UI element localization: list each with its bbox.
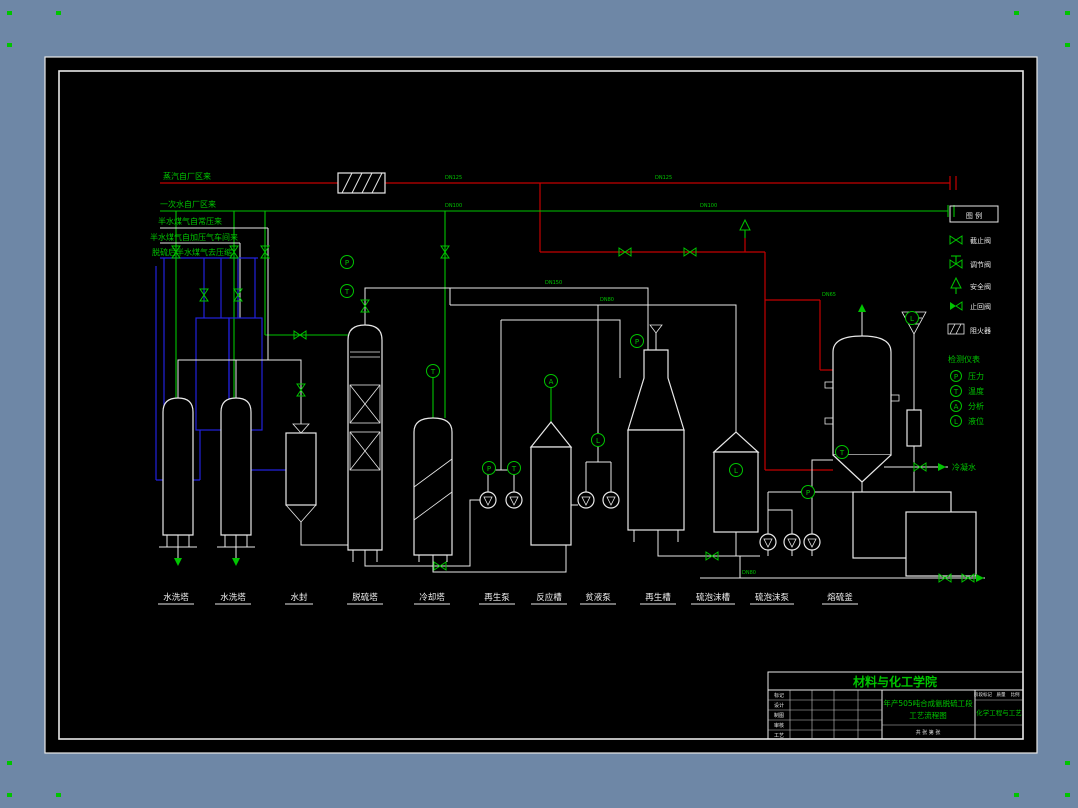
pipe-tag: DN100: [445, 203, 462, 209]
equipment-label: 水洗塔: [220, 592, 246, 603]
svg-text:L: L: [910, 315, 914, 323]
field-label: 标记: [774, 692, 784, 699]
right-field-label: 阶段标记: [974, 691, 992, 698]
instrument-bubble: L: [729, 463, 743, 477]
svg-text:分析: 分析: [968, 401, 984, 411]
program-name: 化学工程与工艺: [976, 708, 1022, 717]
reaction-tank: [529, 421, 573, 546]
instrument-bubble: T: [507, 461, 521, 475]
svg-text:液位: 液位: [968, 416, 984, 426]
instrument-legend-row: A 分析: [950, 400, 984, 412]
svg-text:T: T: [344, 288, 350, 296]
feed-label: 一次水自厂区来: [160, 199, 216, 209]
sulfur-foam-pump-1: [759, 533, 777, 551]
pipe-tag: DN125: [445, 175, 462, 181]
cad-canvas: P T T A P T L P L P T L DN125 DN125 DN10…: [0, 0, 1078, 808]
drawing-title-line1: 年产505吨合成氨脱硫工段: [883, 698, 973, 708]
field-label: 制图: [774, 712, 784, 719]
legend-item-label: 安全阀: [970, 282, 991, 291]
equipment-label: 硫泡沫泵: [755, 592, 790, 603]
svg-text:L: L: [734, 467, 738, 475]
svg-text:P: P: [954, 373, 958, 381]
svg-text:A: A: [954, 403, 959, 411]
pipe-tag: DN125: [655, 175, 672, 181]
instrument-legend-row: P 压力: [950, 370, 984, 382]
pipe-tag: DN65: [822, 292, 836, 298]
sheet-count: 共 张 第 张: [916, 729, 941, 736]
svg-text:P: P: [487, 465, 491, 473]
right-field-label: 比例: [1011, 691, 1020, 698]
sulfur-foam-tank: [712, 431, 760, 533]
condensate-label: 冷凝水: [952, 462, 976, 472]
svg-text:P: P: [635, 338, 639, 346]
field-label: 审核: [774, 722, 784, 729]
legend-item-label: 止回阀: [970, 302, 991, 311]
equipment-label: 反应槽: [536, 592, 562, 603]
svg-text:T: T: [511, 465, 517, 473]
equipment-label: 贫液泵: [585, 592, 611, 603]
feed-label: 蒸汽自厂区来: [163, 171, 211, 181]
svg-text:L: L: [596, 437, 600, 445]
svg-text:T: T: [953, 388, 959, 396]
instrument-bubble: P: [801, 485, 815, 499]
instrument-bubble: L: [591, 433, 605, 447]
pipe-tag: DN80: [600, 297, 614, 303]
instrument-legend-row: T 温度: [950, 385, 984, 397]
svg-text:T: T: [430, 368, 436, 376]
feed-label: 脱硫后半水煤气去压缩: [152, 247, 232, 257]
washing-tower-1: [159, 397, 197, 548]
equipment-label: 再生槽: [645, 592, 671, 603]
instrument-bubble: L: [905, 311, 919, 325]
instrument-bubble: P: [482, 461, 496, 475]
sulfur-foam-pump-2: [783, 533, 801, 551]
instrument-legend-title: 检测仪表: [948, 354, 980, 364]
svg-text:A: A: [549, 378, 554, 386]
instrument-bubble: T: [835, 445, 849, 459]
instrument-legend-row: L 液位: [950, 415, 984, 427]
washing-tower-2: [217, 397, 255, 548]
svg-text:P: P: [345, 259, 349, 267]
instrument-bubble: T: [426, 364, 440, 378]
lean-liquid-pump-1: [577, 491, 595, 509]
desulfurization-tower: [347, 324, 383, 562]
pipe-tag: DN150: [545, 280, 562, 286]
equipment-label: 水封: [290, 592, 308, 603]
flame-arrester-icon: [337, 172, 386, 194]
instrument-bubble: T: [340, 284, 354, 298]
school-name: 材料与化工学院: [852, 674, 937, 689]
svg-text:P: P: [806, 489, 810, 497]
regeneration-pump-2: [505, 491, 523, 509]
feed-label: 半水煤气自常压来: [158, 216, 222, 226]
equipment-label: 熔硫釜: [827, 592, 853, 603]
legend-item-label: 阻火器: [970, 326, 991, 335]
equipment-label: 再生泵: [484, 592, 510, 603]
svg-text:压力: 压力: [968, 371, 984, 381]
pipe-tag: DN100: [700, 203, 717, 209]
right-field-label: 质量: [997, 691, 1006, 698]
instrument-bubble: P: [340, 255, 354, 269]
equipment-label: 冷却塔: [419, 592, 445, 603]
cooling-tower: [413, 417, 453, 562]
instrument-bubble: P: [630, 334, 644, 348]
equipment-label: 硫泡沫槽: [696, 592, 731, 603]
pipe-tag: DN80: [742, 570, 756, 576]
field-label: 工艺: [774, 733, 784, 739]
legend-title: 图 例: [966, 211, 982, 220]
feed-label: 半水煤气自加压气车间来: [150, 232, 238, 242]
regeneration-pump-1: [479, 491, 497, 509]
svg-text:L: L: [954, 418, 958, 426]
legend-item-label: 截止阀: [970, 236, 991, 245]
drawing-title-line2: 工艺流程图: [909, 710, 947, 720]
equipment-label: 脱硫塔: [352, 592, 378, 603]
equipment-label: 水洗塔: [163, 592, 189, 603]
svg-text:T: T: [839, 449, 845, 457]
sulfur-foam-pump-3: [803, 533, 821, 551]
lean-liquid-pump-2: [602, 491, 620, 509]
cad-screenshot: P T T A P T L P L P T L DN125 DN125 DN10…: [0, 0, 1078, 808]
instrument-bubble: A: [544, 374, 558, 388]
legend-item-label: 调节阀: [970, 260, 991, 269]
svg-text:温度: 温度: [968, 386, 984, 396]
field-label: 设计: [774, 702, 784, 709]
